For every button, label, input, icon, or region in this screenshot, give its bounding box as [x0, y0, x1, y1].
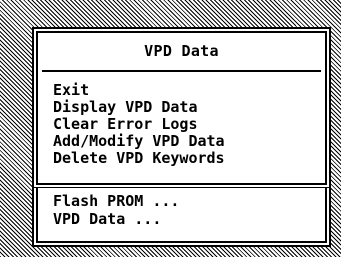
vpd-data-menu-panel: VPD Data Exit Display VPD Data Clear Err… — [32, 27, 331, 189]
menu-item-exit[interactable]: Exit — [53, 82, 225, 99]
menu-item-display-vpd-data[interactable]: Display VPD Data — [53, 99, 225, 116]
menu-title: VPD Data — [144, 42, 219, 60]
menu-item-delete-vpd-keywords[interactable]: Delete VPD Keywords — [53, 150, 225, 167]
menu-item-add-modify-vpd-data[interactable]: Add/Modify VPD Data — [53, 133, 225, 150]
submenu-item-flash-prom[interactable]: Flash PROM ... — [53, 192, 179, 210]
submenu-panel: Flash PROM ... VPD Data ... — [32, 188, 331, 247]
title-divider — [42, 70, 321, 72]
menu-list: Exit Display VPD Data Clear Error Logs A… — [53, 82, 225, 167]
submenu-item-vpd-data[interactable]: VPD Data ... — [53, 210, 179, 228]
submenu-list: Flash PROM ... VPD Data ... — [53, 192, 179, 228]
menu-item-clear-error-logs[interactable]: Clear Error Logs — [53, 116, 225, 133]
